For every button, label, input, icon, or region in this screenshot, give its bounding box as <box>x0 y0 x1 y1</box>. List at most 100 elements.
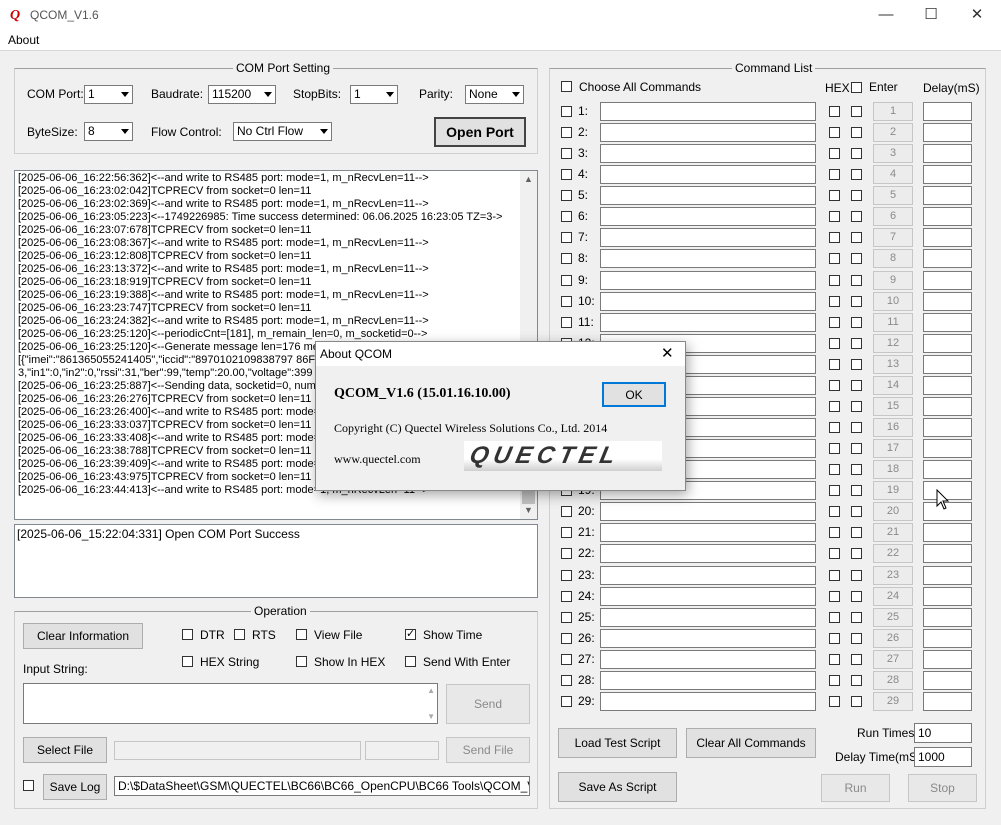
command-delay-input[interactable] <box>923 418 972 437</box>
command-input[interactable] <box>600 544 816 563</box>
command-send-button[interactable]: 27 <box>873 650 913 669</box>
show-in-hex-checkbox[interactable] <box>296 656 307 667</box>
command-send-button[interactable]: 26 <box>873 629 913 648</box>
send-file-button[interactable]: Send File <box>446 737 530 763</box>
minimize-button[interactable]: — <box>872 4 900 26</box>
about-ok-button[interactable]: OK <box>602 382 666 407</box>
command-send-button[interactable]: 16 <box>873 418 913 437</box>
command-delay-input[interactable] <box>923 376 972 395</box>
command-select-checkbox[interactable] <box>561 296 572 307</box>
command-send-button[interactable]: 29 <box>873 692 913 711</box>
command-input[interactable] <box>600 608 816 627</box>
command-select-checkbox[interactable] <box>561 211 572 222</box>
command-delay-input[interactable] <box>923 207 972 226</box>
command-send-button[interactable]: 25 <box>873 608 913 627</box>
command-delay-input[interactable] <box>923 123 972 142</box>
command-hex-checkbox[interactable] <box>829 591 840 602</box>
command-input[interactable] <box>600 207 816 226</box>
command-send-button[interactable]: 4 <box>873 165 913 184</box>
choose-all-checkbox[interactable] <box>561 81 572 92</box>
command-hex-checkbox[interactable] <box>829 464 840 475</box>
command-send-button[interactable]: 3 <box>873 144 913 163</box>
command-select-checkbox[interactable] <box>561 527 572 538</box>
send-command-button[interactable]: Send Command <box>446 684 530 749</box>
hex-string-checkbox[interactable] <box>182 656 193 667</box>
command-send-button[interactable]: 1 <box>873 102 913 121</box>
command-enter-checkbox[interactable] <box>851 296 862 307</box>
command-input[interactable] <box>600 629 816 648</box>
command-hex-checkbox[interactable] <box>829 675 840 686</box>
log-path-field[interactable]: D:\$DataSheet\GSM\QUECTEL\BC66\BC66_Open… <box>114 776 530 796</box>
command-delay-input[interactable] <box>923 671 972 690</box>
command-hex-checkbox[interactable] <box>829 485 840 496</box>
command-hex-checkbox[interactable] <box>829 548 840 559</box>
com-port-select[interactable]: 1 <box>84 85 133 104</box>
command-enter-checkbox[interactable] <box>851 527 862 538</box>
command-hex-checkbox[interactable] <box>829 169 840 180</box>
command-select-checkbox[interactable] <box>561 506 572 517</box>
load-test-script-button[interactable]: Load Test Script <box>558 728 677 758</box>
command-delay-input[interactable] <box>923 460 972 479</box>
command-select-checkbox[interactable] <box>561 232 572 243</box>
command-enter-checkbox[interactable] <box>851 359 862 370</box>
command-enter-checkbox[interactable] <box>851 253 862 264</box>
command-hex-checkbox[interactable] <box>829 654 840 665</box>
command-input[interactable] <box>600 165 816 184</box>
close-button[interactable]: ✕ <box>963 4 991 26</box>
command-enter-checkbox[interactable] <box>851 169 862 180</box>
run-button[interactable]: Run <box>821 774 890 802</box>
command-hex-checkbox[interactable] <box>829 106 840 117</box>
input-string-field[interactable]: ▲ ▼ <box>23 683 438 724</box>
command-hex-checkbox[interactable] <box>829 253 840 264</box>
command-input[interactable] <box>600 650 816 669</box>
command-input[interactable] <box>600 566 816 585</box>
command-hex-checkbox[interactable] <box>829 443 840 454</box>
command-send-button[interactable]: 7 <box>873 228 913 247</box>
command-hex-checkbox[interactable] <box>829 570 840 581</box>
command-select-checkbox[interactable] <box>561 317 572 328</box>
command-delay-input[interactable] <box>923 566 972 585</box>
send-with-enter-checkbox[interactable] <box>405 656 416 667</box>
command-delay-input[interactable] <box>923 587 972 606</box>
command-delay-input[interactable] <box>923 397 972 416</box>
command-enter-checkbox[interactable] <box>851 633 862 644</box>
command-delay-input[interactable] <box>923 144 972 163</box>
command-select-checkbox[interactable] <box>561 169 572 180</box>
parity-select[interactable]: None <box>465 85 524 104</box>
command-send-button[interactable]: 8 <box>873 249 913 268</box>
command-enter-checkbox[interactable] <box>851 506 862 517</box>
command-enter-checkbox[interactable] <box>851 148 862 159</box>
command-hex-checkbox[interactable] <box>829 380 840 391</box>
command-hex-checkbox[interactable] <box>829 527 840 538</box>
run-times-field[interactable]: 10 <box>914 723 972 743</box>
scroll-up-icon[interactable]: ▲ <box>520 171 537 188</box>
command-hex-checkbox[interactable] <box>829 506 840 517</box>
delay-time-field[interactable]: 1000 <box>914 747 972 767</box>
command-delay-input[interactable] <box>923 629 972 648</box>
command-hex-checkbox[interactable] <box>829 148 840 159</box>
command-input[interactable] <box>600 123 816 142</box>
command-send-button[interactable]: 20 <box>873 502 913 521</box>
command-input[interactable] <box>600 292 816 311</box>
command-enter-checkbox[interactable] <box>851 696 862 707</box>
command-send-button[interactable]: 13 <box>873 355 913 374</box>
command-select-checkbox[interactable] <box>561 654 572 665</box>
command-select-checkbox[interactable] <box>561 253 572 264</box>
status-log[interactable]: [2025-06-06_15:22:04:331] Open COM Port … <box>14 524 538 598</box>
command-enter-checkbox[interactable] <box>851 485 862 496</box>
command-enter-checkbox[interactable] <box>851 422 862 433</box>
command-hex-checkbox[interactable] <box>829 296 840 307</box>
command-input[interactable] <box>600 228 816 247</box>
command-send-button[interactable]: 19 <box>873 481 913 500</box>
command-select-checkbox[interactable] <box>561 548 572 559</box>
command-enter-checkbox[interactable] <box>851 106 862 117</box>
bytesize-select[interactable]: 8 <box>84 122 133 141</box>
command-select-checkbox[interactable] <box>561 696 572 707</box>
command-send-button[interactable]: 24 <box>873 587 913 606</box>
command-delay-input[interactable] <box>923 692 972 711</box>
command-enter-checkbox[interactable] <box>851 654 862 665</box>
command-delay-input[interactable] <box>923 608 972 627</box>
command-send-button[interactable]: 6 <box>873 207 913 226</box>
command-select-checkbox[interactable] <box>561 570 572 581</box>
command-hex-checkbox[interactable] <box>829 401 840 412</box>
